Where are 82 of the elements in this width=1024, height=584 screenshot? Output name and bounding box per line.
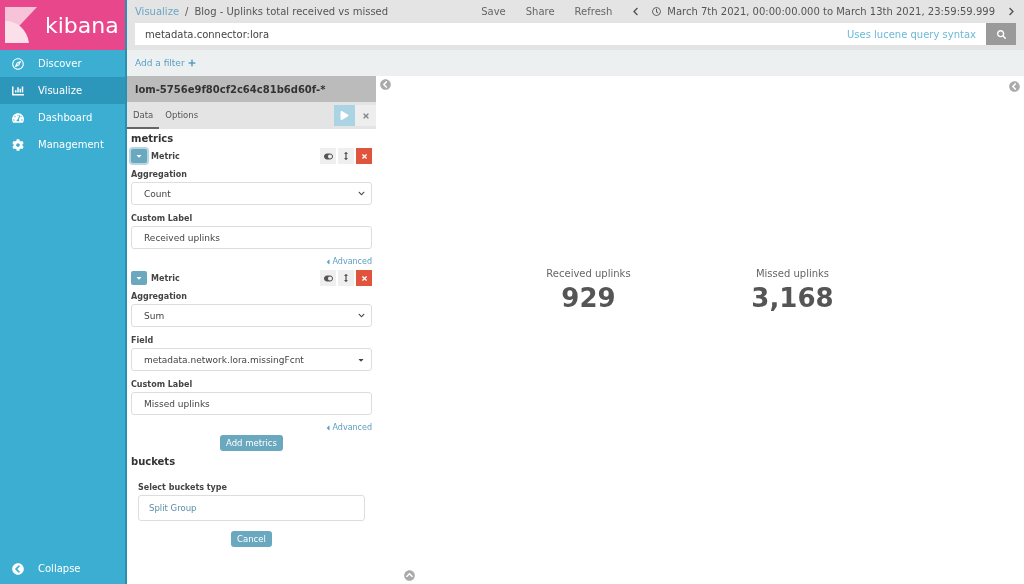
settings-icon bbox=[12, 138, 24, 151]
nav-item[interactable]: Management bbox=[0, 131, 125, 158]
chevron-icon bbox=[358, 190, 365, 197]
expand-up-icon[interactable] bbox=[404, 570, 415, 581]
field-label: Custom Label bbox=[131, 380, 194, 389]
caret-icon bbox=[324, 423, 333, 432]
section-heading: metrics bbox=[131, 133, 175, 144]
add-metrics-button[interactable]: Add metrics bbox=[220, 435, 283, 451]
field-label: Select buckets type bbox=[138, 483, 228, 492]
chevron-icon bbox=[358, 312, 365, 319]
query-field[interactable]: metadata.connector:lora Uses lucene query syntax bbox=[135, 23, 986, 45]
close-icon bbox=[360, 152, 368, 160]
add-filter-link[interactable]: Add a filter bbox=[135, 58, 196, 68]
field-label: Custom Label bbox=[131, 214, 194, 223]
next-icon[interactable] bbox=[1007, 7, 1016, 16]
reorder-button[interactable] bbox=[338, 270, 354, 286]
nav-item[interactable]: Dashboard bbox=[0, 104, 125, 131]
logo-icon bbox=[5, 7, 37, 43]
search-button[interactable] bbox=[986, 23, 1016, 45]
plus-icon bbox=[187, 59, 196, 67]
advanced-link[interactable]: Advanced bbox=[324, 257, 372, 266]
caret-icon bbox=[135, 152, 143, 160]
expand-toggle[interactable] bbox=[131, 149, 147, 163]
collapse-button[interactable]: Collapse bbox=[0, 555, 125, 582]
reorder-button[interactable] bbox=[338, 148, 354, 164]
nav-item[interactable]: Visualize bbox=[0, 77, 125, 104]
toolbar-action[interactable]: Share bbox=[518, 6, 562, 17]
search-icon bbox=[996, 29, 1006, 39]
select-field[interactable]: Count bbox=[131, 182, 372, 205]
toggle-button[interactable] bbox=[320, 270, 336, 286]
select-field[interactable]: Sum bbox=[131, 304, 372, 327]
toolbar-action[interactable]: Refresh bbox=[567, 6, 620, 17]
expand-toggle[interactable] bbox=[131, 271, 147, 285]
metric-title: Metric bbox=[151, 151, 180, 161]
metric-value: 929 bbox=[561, 282, 616, 313]
caret-icon bbox=[135, 274, 143, 282]
bucket-type-option[interactable]: Split Group bbox=[138, 495, 365, 521]
clock-icon bbox=[652, 7, 662, 16]
metric-title: Metric bbox=[151, 273, 180, 283]
compass-icon bbox=[12, 57, 24, 70]
bar-chart-icon bbox=[12, 84, 24, 97]
cancel-button[interactable]: Cancel bbox=[231, 531, 272, 547]
field-label: Aggregation bbox=[131, 170, 188, 179]
toggle-icon bbox=[323, 151, 333, 161]
collapse-left-icon[interactable] bbox=[380, 79, 391, 90]
close-icon bbox=[360, 274, 368, 282]
toolbar-action[interactable]: Save bbox=[474, 6, 513, 17]
metric-label: Missed uplinks bbox=[755, 267, 830, 279]
close-icon bbox=[361, 112, 370, 120]
time-range[interactable]: March 7th 2021, 00:00:00.000 to March 13th 2021, 23:59:59.999 bbox=[667, 6, 995, 17]
select-field[interactable]: metadata.network.lora.missingFcnt bbox=[131, 348, 372, 371]
syntax-link[interactable]: Uses lucene query syntax bbox=[847, 28, 976, 40]
field-label: Field bbox=[131, 336, 155, 345]
previous-icon[interactable] bbox=[631, 7, 641, 16]
advanced-link[interactable]: Advanced bbox=[324, 423, 372, 432]
gauge-icon bbox=[12, 111, 24, 124]
logo-text: kibana bbox=[45, 12, 119, 38]
toggle-button[interactable] bbox=[320, 148, 336, 164]
section-heading: buckets bbox=[131, 456, 177, 467]
metric-value: 3,168 bbox=[751, 282, 834, 313]
collapse-left-icon[interactable] bbox=[1009, 81, 1020, 92]
breadcrumb-separator: / bbox=[185, 6, 189, 17]
remove-button[interactable] bbox=[356, 148, 372, 164]
editor-tab[interactable]: Options bbox=[159, 102, 205, 129]
metric-label: Received uplinks bbox=[546, 267, 631, 279]
remove-button[interactable] bbox=[356, 270, 372, 286]
discard-button[interactable] bbox=[355, 105, 376, 126]
input-field[interactable]: Received uplinks bbox=[131, 226, 372, 249]
nav-item[interactable]: Discover bbox=[0, 50, 125, 77]
caret-icon bbox=[324, 257, 333, 266]
index-pattern-header: lom-5756e9f80cf2c64c81b6d60f-* bbox=[127, 76, 376, 102]
play-icon bbox=[340, 111, 349, 120]
editor-tab[interactable]: Data bbox=[127, 102, 160, 129]
breadcrumb-link[interactable]: Visualize bbox=[135, 6, 180, 17]
vertical-arrows-icon bbox=[342, 274, 350, 282]
toggle-icon bbox=[323, 273, 333, 283]
vertical-arrows-icon bbox=[342, 152, 350, 160]
field-label: Aggregation bbox=[131, 292, 188, 301]
apply-button[interactable] bbox=[334, 105, 355, 126]
collapse-icon bbox=[12, 562, 24, 575]
input-field[interactable]: Missed uplinks bbox=[131, 392, 372, 415]
page-title: Blog - Uplinks total received vs missed bbox=[194, 6, 389, 17]
